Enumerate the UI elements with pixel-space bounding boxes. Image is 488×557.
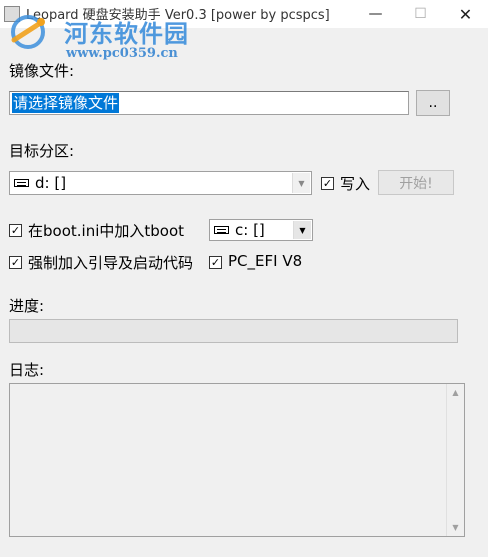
log-scrollbar[interactable]: ▲ ▼ xyxy=(446,384,464,536)
watermark-url: www.pc0359.cn xyxy=(66,46,178,61)
chevron-down-icon[interactable]: ▼ xyxy=(293,221,311,239)
image-file-label: 镜像文件: xyxy=(9,62,75,80)
log-label: 日志: xyxy=(9,361,45,379)
browse-button[interactable]: .. xyxy=(416,90,450,116)
pc-efi-checkbox[interactable]: ✓ xyxy=(209,256,222,269)
minimize-button[interactable]: — xyxy=(353,0,398,28)
image-file-input[interactable]: 请选择镜像文件 xyxy=(9,91,409,115)
chevron-down-icon[interactable]: ▼ xyxy=(292,173,310,193)
drive-icon xyxy=(14,179,29,187)
maximize-button[interactable]: ☐ xyxy=(398,0,443,28)
start-button[interactable]: 开始! xyxy=(378,170,454,195)
close-button[interactable]: ✕ xyxy=(443,0,488,28)
log-textarea[interactable]: ▲ ▼ xyxy=(9,383,465,537)
boot-drive-value: c: [] xyxy=(235,221,265,239)
force-boot-code-checkbox[interactable]: ✓ xyxy=(9,256,22,269)
target-partition-value: d: [] xyxy=(35,174,67,192)
progress-bar xyxy=(9,319,458,343)
watermark-site-name: 河东软件园 xyxy=(64,20,189,48)
boot-drive-select[interactable]: c: [] ▼ xyxy=(209,219,313,241)
image-file-value: 请选择镜像文件 xyxy=(12,93,120,113)
pc-efi-label: PC_EFI V8 xyxy=(228,252,303,270)
scroll-up-icon[interactable]: ▲ xyxy=(447,384,464,401)
write-checkbox-label: 写入 xyxy=(340,175,371,193)
scroll-down-icon[interactable]: ▼ xyxy=(447,519,464,536)
boot-ini-checkbox[interactable]: ✓ xyxy=(9,224,22,237)
target-partition-select[interactable]: d: [] ▼ xyxy=(9,171,312,195)
boot-ini-label: 在boot.ini中加入tboot xyxy=(28,222,185,240)
force-boot-code-label: 强制加入引导及启动代码 xyxy=(28,254,194,272)
write-checkbox[interactable]: ✓ xyxy=(321,177,334,190)
progress-label: 进度: xyxy=(9,297,45,315)
drive-icon xyxy=(214,226,229,234)
watermark-logo-icon xyxy=(11,15,45,49)
target-partition-label: 目标分区: xyxy=(9,142,75,160)
